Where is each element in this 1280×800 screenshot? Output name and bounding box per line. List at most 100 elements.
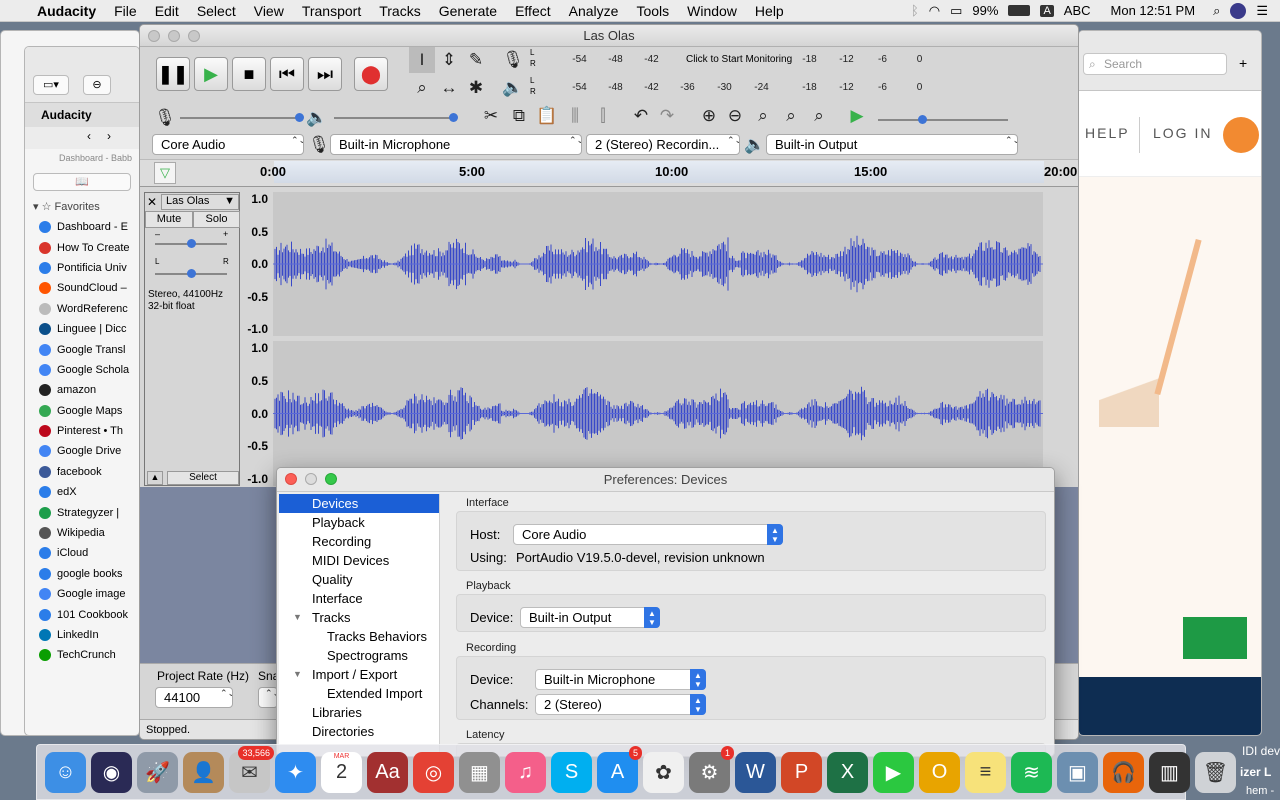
close-dialog-button[interactable] <box>285 473 297 485</box>
dock-launchpad-icon[interactable]: 🚀 <box>137 751 178 793</box>
new-tab-icon[interactable]: + <box>1239 55 1247 71</box>
search-field[interactable]: ⌕ Search <box>1083 53 1227 75</box>
dock-mail-icon[interactable]: ✉ 33,566 <box>229 745 274 793</box>
bookmark-item[interactable]: edX <box>25 482 139 502</box>
zoom-out-button[interactable]: ⊖ <box>83 75 111 95</box>
pref-category-tracks-behaviors[interactable]: Tracks Behaviors <box>279 627 439 646</box>
solo-button[interactable]: Solo <box>193 211 240 228</box>
bookmark-item[interactable]: Google Transl <box>25 339 139 359</box>
dock-powerpoint-icon[interactable]: P <box>781 751 822 793</box>
input-device-select[interactable]: Built-in Microphone <box>330 134 582 155</box>
project-rate-select[interactable]: 44100 <box>155 687 233 708</box>
input-volume-slider[interactable] <box>180 113 304 122</box>
output-device-select[interactable]: Built-in Output <box>766 134 1018 155</box>
pref-category-import-export[interactable]: ▼ Import / Export <box>279 665 439 684</box>
battery-icon[interactable] <box>1008 5 1031 16</box>
dock-notes-icon[interactable]: ≡ <box>965 751 1006 793</box>
zoom-out-icon[interactable]: ⊖ <box>722 103 748 129</box>
bookmark-item[interactable]: LinkedIn <box>25 625 139 645</box>
bookmark-item[interactable]: amazon <box>25 380 139 400</box>
dock-app-store-icon[interactable]: A5 <box>597 745 642 793</box>
bluetooth-icon[interactable]: ᛒ <box>911 3 919 18</box>
minimize-window-button[interactable] <box>168 30 180 42</box>
menu-tools[interactable]: Tools <box>627 3 678 19</box>
record-button[interactable]: ⬤ <box>354 57 388 91</box>
pref-category-quality[interactable]: Quality <box>279 570 439 589</box>
playback-meter-icon[interactable]: 🔈 <box>500 75 526 101</box>
undo-icon[interactable]: ↶ <box>628 103 654 129</box>
play-at-speed-icon[interactable]: ▶ <box>844 103 870 129</box>
dock-safari-icon[interactable]: ✦ <box>275 751 316 793</box>
user-icon[interactable] <box>1230 2 1247 19</box>
dock-system-preferences-icon[interactable]: ⚙ 1 <box>689 745 734 793</box>
dock-audacity-icon[interactable]: 🎧 <box>1103 751 1144 793</box>
minimize-dialog-button[interactable] <box>305 473 317 485</box>
bookmark-item[interactable]: google books <box>25 564 139 584</box>
record-meter-hint[interactable]: Click to Start Monitoring <box>686 54 793 65</box>
disclosure-triangle-icon[interactable]: ▼ <box>293 608 302 627</box>
dock-finder-icon[interactable]: ☺ <box>45 751 86 793</box>
app-menu[interactable]: Audacity <box>28 3 105 19</box>
dock-trash-icon[interactable]: 🗑 <box>1195 751 1236 793</box>
sidebar-toggle-button[interactable]: ▭▾ <box>33 75 69 95</box>
bookmark-item[interactable]: Pontificia Univ <box>25 258 139 278</box>
mute-button[interactable]: Mute <box>145 211 193 228</box>
spotlight-icon[interactable]: ⌕ <box>1213 3 1220 19</box>
bookmark-item[interactable]: facebook <box>25 462 139 482</box>
waveform-channel-left[interactable] <box>273 192 1043 336</box>
bookmark-item[interactable]: WordReferenc <box>25 299 139 319</box>
paste-icon[interactable]: 📋 <box>534 103 560 129</box>
copy-icon[interactable]: ⧉ <box>506 103 532 129</box>
pref-category-interface[interactable]: Interface <box>279 589 439 608</box>
menu-transport[interactable]: Transport <box>293 3 370 19</box>
draw-tool-icon[interactable]: ✎ <box>463 47 489 73</box>
menu-select[interactable]: Select <box>188 3 245 19</box>
envelope-tool-icon[interactable]: ⇕ <box>436 47 462 73</box>
bookmark-item[interactable]: iCloud <box>25 543 139 563</box>
dock-siri-icon[interactable]: ◉ <box>91 751 132 793</box>
pref-category-tracks[interactable]: ▼ Tracks <box>279 608 439 627</box>
bookmark-item[interactable]: TechCrunch <box>25 645 139 665</box>
pref-category-devices[interactable]: Devices <box>279 494 439 513</box>
stop-button[interactable]: ■ <box>232 57 266 91</box>
menu-edit[interactable]: Edit <box>146 3 188 19</box>
pref-category-libraries[interactable]: Libraries <box>279 703 439 722</box>
pause-button[interactable]: ❚❚ <box>156 57 190 91</box>
zoom-tool-icon[interactable]: ⌕ <box>409 75 435 101</box>
channels-select[interactable]: 2 (Stereo) Recordin... <box>586 134 740 155</box>
bookmark-item[interactable]: Strategyzer | <box>25 502 139 522</box>
redo-icon[interactable]: ↷ <box>654 103 680 129</box>
dock-dictionary-icon[interactable]: Aa <box>367 751 408 793</box>
menu-effect[interactable]: Effect <box>506 3 560 19</box>
menu-generate[interactable]: Generate <box>430 3 506 19</box>
time-shift-tool-icon[interactable]: ↔ <box>436 75 462 101</box>
pref-category-directories[interactable]: Directories <box>279 722 439 741</box>
bookmark-item[interactable]: Wikipedia <box>25 523 139 543</box>
play-button[interactable]: ▶ <box>194 57 228 91</box>
skip-to-end-button[interactable]: ⏭ <box>308 57 342 91</box>
dock-contacts-icon[interactable]: 👤 <box>183 751 224 793</box>
dock-skype-icon[interactable]: S <box>551 751 592 793</box>
pref-playback-device-select[interactable]: Built-in Output ▲ ▼ <box>520 607 660 628</box>
login-link[interactable]: LOG IN <box>1153 125 1212 141</box>
green-button[interactable] <box>1183 617 1247 659</box>
menu-tracks[interactable]: Tracks <box>370 3 429 19</box>
collapse-track-button[interactable]: ▲ <box>147 471 163 485</box>
snap-select[interactable] <box>258 687 278 708</box>
bookmarks-tab[interactable]: 📖 <box>33 173 131 191</box>
skip-to-start-button[interactable]: ⏮ <box>270 57 304 91</box>
back-arrow-icon[interactable]: ‹ <box>87 129 91 143</box>
dock-word-icon[interactable]: W <box>735 751 776 793</box>
menu-file[interactable]: File <box>105 3 146 19</box>
multi-tool-icon[interactable]: ✱ <box>463 75 489 101</box>
record-meter-icon[interactable]: 🎙 <box>500 47 526 73</box>
selection-tool-icon[interactable]: I <box>409 47 435 73</box>
pref-category-midi-devices[interactable]: MIDI Devices <box>279 551 439 570</box>
menu-view[interactable]: View <box>245 3 293 19</box>
bookmark-item[interactable]: Google Schola <box>25 360 139 380</box>
pref-category-recording[interactable]: Recording <box>279 532 439 551</box>
bookmark-item[interactable]: Dashboard - E <box>25 217 139 237</box>
disclosure-triangle-icon[interactable]: ▼ <box>293 665 302 684</box>
dock-preview-icon[interactable]: ▣ <box>1057 751 1098 793</box>
wifi-icon[interactable]: ◠ <box>929 3 940 19</box>
